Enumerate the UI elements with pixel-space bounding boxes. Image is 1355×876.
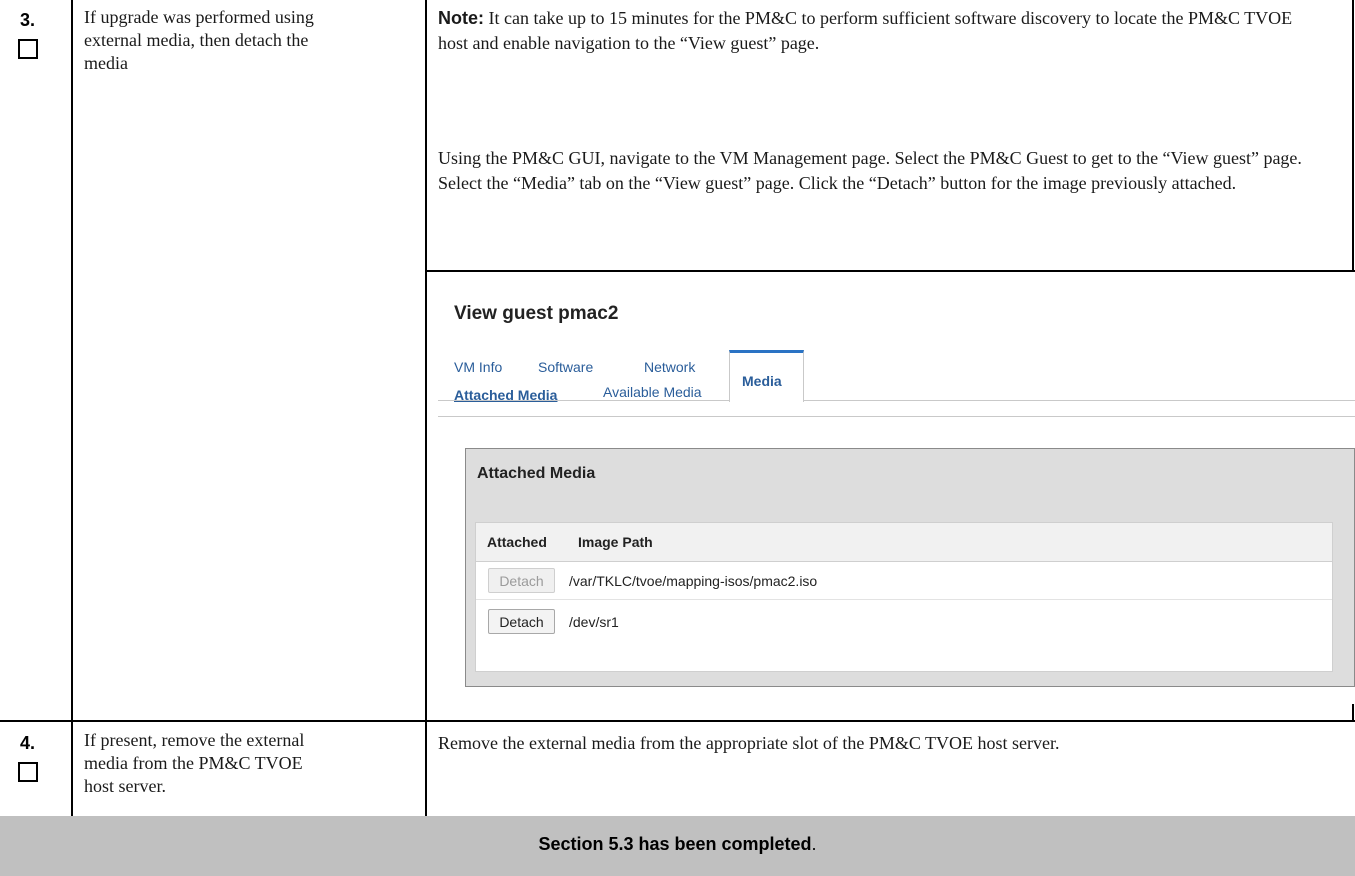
subtab-available-media[interactable]: Available Media	[603, 384, 702, 400]
table-border	[1352, 0, 1354, 270]
subtab-divider	[438, 416, 1355, 417]
image-path: /dev/sr1	[569, 614, 619, 630]
note-text: It can take up to 15 minutes for the PM&…	[438, 8, 1293, 53]
page-title: View guest pmac2	[454, 303, 619, 324]
step-description: If upgrade was performed using external …	[84, 7, 314, 73]
tab-bar-divider	[438, 400, 1355, 401]
procedure-table: 3. If upgrade was performed using extern…	[0, 0, 1355, 876]
note-label: Note:	[438, 8, 484, 28]
section-complete-banner: Section 5.3 has been completed.	[0, 816, 1355, 876]
column-header-image-path: Image Path	[578, 534, 653, 550]
media-table: Attached Image Path Detach /var/TKLC/tvo…	[475, 522, 1333, 672]
view-guest-screenshot: View guest pmac2 VM Info Software Networ…	[438, 300, 1355, 700]
table-header: Attached Image Path	[476, 523, 1332, 562]
tab-vm-info[interactable]: VM Info	[454, 359, 502, 375]
image-path: /var/TKLC/tvoe/mapping-isos/pmac2.iso	[569, 573, 818, 589]
step-checkbox[interactable]	[18, 762, 38, 782]
attached-media-panel: Attached Media Attached Image Path Detac…	[465, 448, 1355, 687]
tab-media[interactable]: Media	[729, 350, 804, 402]
tab-software[interactable]: Software	[538, 359, 593, 375]
instruction-paragraph: Using the PM&C GUI, navigate to the VM M…	[438, 148, 1302, 193]
note-paragraph: Note: It can take up to 15 minutes for t…	[438, 6, 1308, 55]
tab-network[interactable]: Network	[644, 359, 695, 375]
step-description: If present, remove the external media fr…	[84, 730, 305, 796]
detach-button[interactable]: Detach	[488, 609, 555, 634]
section-complete-text: Section 5.3 has been completed.	[0, 834, 1355, 855]
table-border	[425, 270, 1355, 272]
tab-media-label: Media	[742, 373, 782, 389]
table-border	[1352, 704, 1354, 720]
step-number: 3.	[20, 10, 36, 30]
instruction-paragraph: Remove the external media from the appro…	[438, 733, 1060, 753]
table-border	[0, 720, 1355, 722]
step-checkbox[interactable]	[18, 39, 38, 59]
column-header-attached: Attached	[487, 534, 547, 550]
subtab-attached-media[interactable]: Attached Media	[454, 387, 557, 403]
section-complete-label: Section 5.3 has been completed	[538, 834, 812, 854]
detach-button[interactable]: Detach	[488, 568, 555, 593]
table-row: Detach /var/TKLC/tvoe/mapping-isos/pmac2…	[476, 561, 1332, 600]
tab-bar: VM Info Software Network Media	[438, 340, 1355, 402]
panel-title: Attached Media	[477, 465, 596, 482]
table-row: Detach /dev/sr1	[476, 599, 1332, 641]
step-number: 4.	[20, 733, 36, 753]
table-border	[71, 0, 73, 816]
section-complete-period: .	[811, 834, 817, 854]
table-border	[425, 0, 427, 816]
